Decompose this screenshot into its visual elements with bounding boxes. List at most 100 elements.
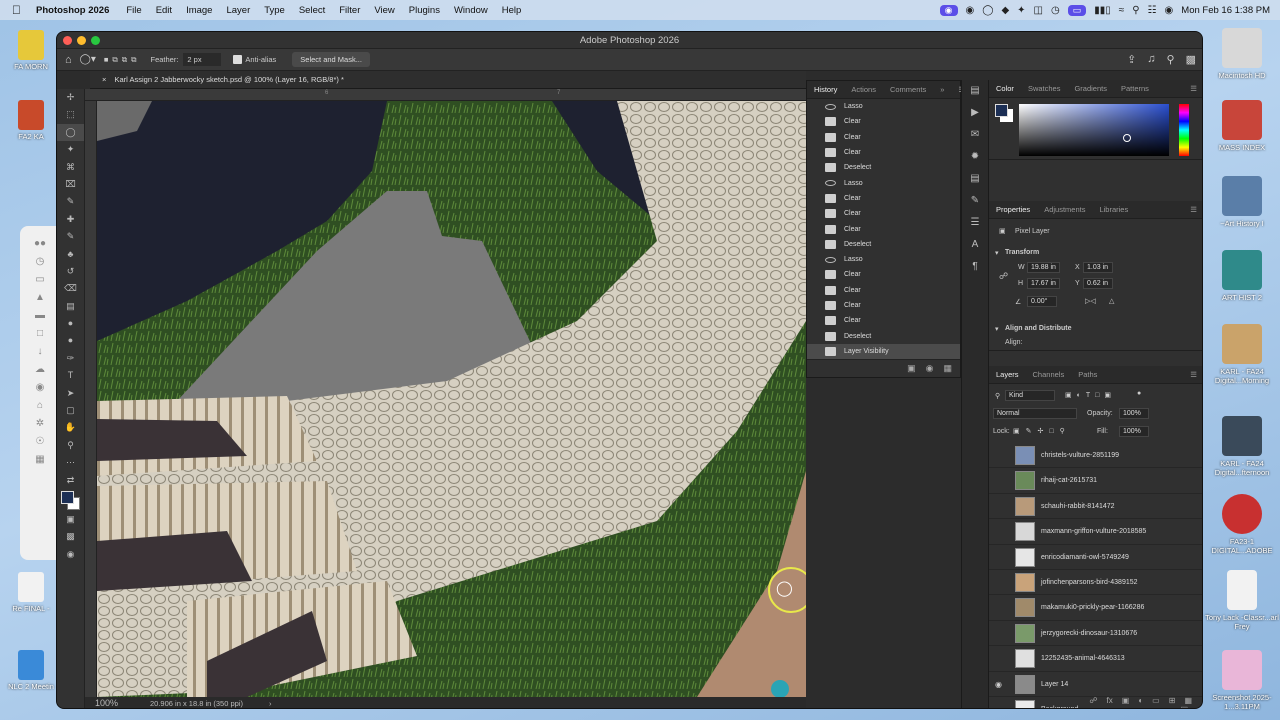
quick-mask-icon[interactable]: ▣ bbox=[57, 511, 84, 528]
home-icon[interactable]: ⌂ bbox=[65, 54, 72, 66]
history-panel-icon[interactable]: ▤ bbox=[962, 80, 988, 102]
quick-selection-tool-icon[interactable]: ✦ bbox=[57, 141, 84, 158]
select-and-mask-button[interactable]: Select and Mask... bbox=[292, 52, 370, 67]
desktop-item[interactable]: ~Art History I bbox=[1204, 176, 1280, 228]
control-center-icon[interactable]: ☷ bbox=[1148, 5, 1157, 16]
network-icon[interactable]: ◉ bbox=[20, 382, 60, 393]
healing-brush-tool-icon[interactable]: ✚ bbox=[57, 211, 84, 228]
status-icon-3[interactable]: ◆ bbox=[1001, 5, 1009, 16]
selection-mode-intersect-icon[interactable]: ⧉ bbox=[131, 55, 136, 65]
type-tool-icon[interactable]: T bbox=[57, 367, 84, 384]
selection-mode-add-icon[interactable]: ⧉ bbox=[112, 55, 117, 65]
history-state[interactable]: Clear bbox=[807, 267, 960, 282]
layer-filter-icons[interactable]: ▣◐T□▣ bbox=[1065, 391, 1116, 399]
crop-tool-icon[interactable]: ⌘ bbox=[57, 159, 84, 176]
close-tab-icon[interactable]: × bbox=[102, 75, 106, 84]
histogram-icon[interactable]: ▤ bbox=[962, 168, 988, 190]
status-icon-2[interactable]: ◯ bbox=[982, 5, 993, 16]
desktop-item[interactable]: KARL - FA24 Digital...Morning bbox=[1204, 324, 1280, 385]
layer-name[interactable]: maxmann-griffon-vulture-2018585 bbox=[1041, 528, 1146, 535]
layer-row[interactable]: 12252435-animal-4646313 bbox=[989, 646, 1202, 672]
selection-mode-new-icon[interactable]: ■ bbox=[104, 55, 109, 64]
adjustment-layer-icon[interactable]: ◐ bbox=[1138, 696, 1143, 708]
tab-swatches[interactable]: Swatches bbox=[1021, 84, 1068, 93]
history-brush-tool-icon[interactable]: ↺ bbox=[57, 263, 84, 280]
new-document-from-state-icon[interactable]: ▣ bbox=[907, 363, 916, 374]
menu-window[interactable]: Window bbox=[447, 5, 495, 16]
blur-tool-icon[interactable]: ● bbox=[57, 315, 84, 332]
blend-mode-select[interactable]: Normal bbox=[993, 408, 1077, 419]
desktop-item[interactable]: KARL - FA24 Digital...fternoon bbox=[1204, 416, 1280, 477]
desktop-item[interactable]: Screenshot 2025-1...3.11PM bbox=[1204, 650, 1280, 711]
align-chevron-icon[interactable]: ▾ bbox=[995, 325, 999, 333]
flip-horizontal-icon[interactable]: ▷◁ bbox=[1085, 297, 1096, 305]
y-input[interactable]: 0.62 in bbox=[1083, 278, 1113, 289]
brush-tool-icon[interactable]: ✎ bbox=[57, 228, 84, 245]
fill-input[interactable]: 100% bbox=[1119, 426, 1149, 437]
menu-view[interactable]: View bbox=[367, 5, 401, 16]
apple-icon[interactable]:  bbox=[0, 3, 29, 17]
camera-snapshot-icon[interactable]: ◉ bbox=[926, 363, 934, 374]
document-info[interactable]: 20.906 in x 18.8 in (350 ppi) bbox=[150, 697, 243, 708]
wifi-icon[interactable]: ≈ bbox=[1119, 5, 1125, 16]
apps-icon[interactable]: ▲ bbox=[20, 292, 60, 303]
history-state[interactable]: Clear bbox=[807, 114, 960, 129]
desktop-icon[interactable]: ▬ bbox=[20, 310, 60, 321]
visibility-eye-icon[interactable]: ◉ bbox=[995, 680, 1003, 689]
folder-icon[interactable]: ▭ bbox=[20, 274, 60, 285]
history-state[interactable]: Deselect bbox=[807, 237, 960, 252]
character-icon[interactable]: A bbox=[962, 234, 988, 256]
screen-mode-icon[interactable]: ▩ bbox=[57, 528, 84, 545]
desktop-item[interactable]: FA23-1 DIGITAL...ADOBE bbox=[1204, 494, 1280, 555]
menu-edit[interactable]: Edit bbox=[149, 5, 179, 16]
screen-share-icon[interactable]: ◉ bbox=[939, 4, 958, 16]
layer-name[interactable]: 12252435-animal-4646313 bbox=[1041, 655, 1125, 662]
workspace-icon[interactable]: ▩ bbox=[1186, 53, 1196, 66]
flip-vertical-icon[interactable]: △ bbox=[1109, 297, 1114, 305]
layer-name[interactable]: rihaij-cat-2615731 bbox=[1041, 477, 1097, 484]
actions-play-icon[interactable]: ▶ bbox=[962, 102, 988, 124]
layer-row[interactable]: ◉ Layer 14 bbox=[989, 672, 1202, 697]
airdrop-icon[interactable]: ✲ bbox=[20, 418, 60, 429]
desktop-item[interactable]: Re FINAL - bbox=[2, 572, 60, 613]
desktop-item[interactable]: Tony Lack -Classr...arl Frey bbox=[1204, 570, 1280, 631]
brush-settings-icon[interactable]: ☰ bbox=[962, 212, 988, 234]
trash-icon[interactable]: ▦ bbox=[943, 363, 952, 374]
lock-options-icons[interactable]: ▣✎✢□⚲ bbox=[1013, 427, 1071, 435]
display-icon[interactable]: ▭ bbox=[1067, 4, 1087, 16]
document-canvas[interactable]: ◯ bbox=[97, 101, 806, 697]
desktop-item[interactable]: FA2 KA bbox=[2, 100, 60, 141]
download-icon[interactable]: ↓ bbox=[20, 346, 60, 357]
link-layers-icon[interactable]: ☍ bbox=[1089, 696, 1097, 708]
layer-filter-select[interactable]: Kind bbox=[1005, 390, 1055, 401]
panel-menu-icon[interactable]: ☰ bbox=[1183, 84, 1202, 93]
panel-menu-icon[interactable]: ☰ bbox=[1183, 205, 1202, 214]
status-icon-4[interactable]: ✦ bbox=[1017, 5, 1025, 16]
desktop-item[interactable]: MASS INDEX bbox=[1204, 100, 1280, 152]
width-input[interactable]: 19.88 in bbox=[1027, 262, 1060, 273]
tab-layers[interactable]: Layers bbox=[989, 370, 1026, 379]
selection-mode-subtract-icon[interactable]: ⧉ bbox=[122, 55, 127, 65]
hue-slider[interactable] bbox=[1179, 104, 1189, 156]
tab-patterns[interactable]: Patterns bbox=[1114, 84, 1156, 93]
tab-adjustments[interactable]: Adjustments bbox=[1037, 205, 1092, 214]
tab-history[interactable]: History bbox=[807, 85, 844, 94]
bell-icon[interactable]: ♫ bbox=[1147, 53, 1155, 66]
eraser-tool-icon[interactable]: ⌫ bbox=[57, 280, 84, 297]
home-icon[interactable]: ⌂ bbox=[20, 400, 60, 411]
zoom-level[interactable]: 100% bbox=[95, 697, 118, 708]
color-picker-field[interactable] bbox=[1019, 104, 1169, 156]
clock-menu-icon[interactable]: ◷ bbox=[1051, 5, 1060, 16]
frame-tool-icon[interactable]: ⌧ bbox=[57, 176, 84, 193]
menu-file[interactable]: File bbox=[119, 5, 148, 16]
height-input[interactable]: 17.67 in bbox=[1027, 278, 1060, 289]
history-state[interactable]: Clear bbox=[807, 313, 960, 328]
history-state[interactable]: Lasso bbox=[807, 99, 960, 114]
opacity-input[interactable]: 100% bbox=[1119, 408, 1149, 419]
layer-name[interactable]: makamuki0-prickly-pear-1166286 bbox=[1041, 604, 1144, 611]
history-state[interactable]: Deselect bbox=[807, 160, 960, 175]
share-icon[interactable]: ⇪ bbox=[1127, 53, 1136, 66]
clock-icon[interactable]: ◷ bbox=[20, 256, 60, 267]
tab-properties[interactable]: Properties bbox=[989, 205, 1037, 214]
hand-tool-icon[interactable]: ✋ bbox=[57, 419, 84, 436]
